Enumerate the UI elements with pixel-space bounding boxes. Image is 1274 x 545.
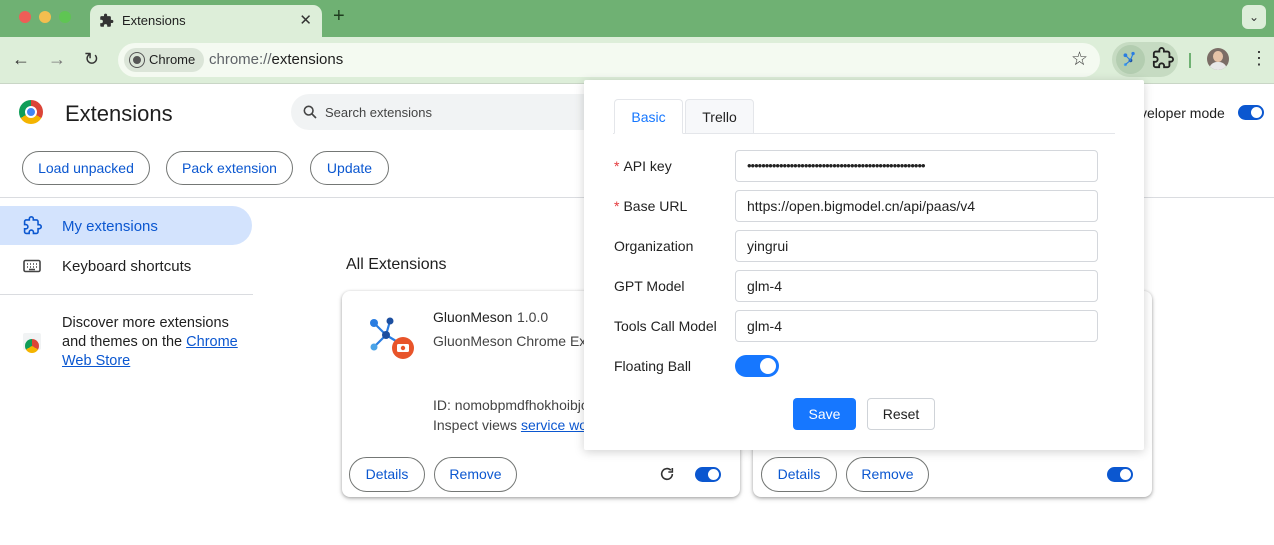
extension-popup: Basic Trello * API key ••••••••••••••••••… xyxy=(584,80,1144,450)
required-mark: * xyxy=(614,198,620,214)
save-button[interactable]: Save xyxy=(793,398,856,430)
profile-avatar[interactable] xyxy=(1207,48,1229,70)
search-placeholder: Search extensions xyxy=(325,105,432,120)
extensions-menu-button[interactable] xyxy=(1152,47,1174,74)
address-bar[interactable]: Chrome chrome://extensions ☆ xyxy=(118,43,1100,77)
gpt-model-input[interactable]: glm-4 xyxy=(735,270,1098,302)
section-title: All Extensions xyxy=(346,256,447,273)
tab-basic[interactable]: Basic xyxy=(614,99,683,134)
developer-mode-toggle[interactable] xyxy=(1238,105,1264,120)
extension-version: 1.0.0 xyxy=(517,309,549,325)
tab-trello[interactable]: Trello xyxy=(685,99,754,134)
url-text[interactable]: chrome://extensions xyxy=(209,51,343,68)
tab-divider xyxy=(613,133,1115,134)
extension-name: GluonMeson xyxy=(433,309,513,325)
sidebar-divider xyxy=(0,294,253,295)
extension-enable-toggle[interactable] xyxy=(1107,467,1133,482)
search-input[interactable]: Search extensions xyxy=(291,94,601,130)
puzzle-icon xyxy=(1152,47,1174,69)
minimize-window-button[interactable] xyxy=(39,11,51,23)
api-key-input[interactable]: ••••••••••••••••••••••••••••••••••••••••… xyxy=(735,150,1098,182)
load-unpacked-button[interactable]: Load unpacked xyxy=(22,151,150,185)
tab-extensions[interactable]: Extensions ✕ xyxy=(90,5,322,37)
forward-button[interactable]: → xyxy=(48,49,66,70)
base-url-input[interactable]: https://open.bigmodel.cn/api/paas/v4 xyxy=(735,190,1098,222)
developer-mode-label: veloper mode xyxy=(1140,105,1225,121)
gluonmeson-icon xyxy=(370,317,414,359)
tab-title: Extensions xyxy=(122,13,186,28)
sidebar-item-label: My extensions xyxy=(62,218,158,235)
gluonmeson-extension-button[interactable] xyxy=(1116,45,1145,74)
base-url-label: * Base URL xyxy=(614,198,687,214)
site-chip-label: Chrome xyxy=(149,52,196,67)
api-key-label: * API key xyxy=(614,158,672,174)
reload-extension-icon[interactable] xyxy=(659,466,675,482)
keyboard-icon xyxy=(23,259,41,273)
remove-button[interactable]: Remove xyxy=(846,457,929,492)
url-scheme: chrome:// xyxy=(209,51,272,68)
field-label: API key xyxy=(623,158,672,174)
floating-ball-toggle[interactable] xyxy=(735,355,779,377)
back-button[interactable]: ← xyxy=(12,49,30,70)
discover-text: Discover more extensions and themes on t… xyxy=(62,314,252,371)
reload-button[interactable]: ↻ xyxy=(84,49,99,70)
floating-ball-label: Floating Ball xyxy=(614,358,692,374)
page-title: Extensions xyxy=(65,101,173,126)
title-bar: Extensions ✕ + ⌄ xyxy=(0,0,1274,37)
extension-description: GluonMeson Chrome Ext xyxy=(433,333,591,349)
gpt-model-label: GPT Model xyxy=(614,278,685,294)
remove-button[interactable]: Remove xyxy=(434,457,517,492)
chrome-icon xyxy=(130,53,144,67)
update-button[interactable]: Update xyxy=(310,151,389,185)
web-store-icon xyxy=(23,333,41,353)
required-mark: * xyxy=(614,158,620,174)
details-button[interactable]: Details xyxy=(349,457,425,492)
toolbar-divider xyxy=(1189,53,1191,68)
gluonmeson-icon xyxy=(1123,51,1135,67)
reset-button[interactable]: Reset xyxy=(867,398,935,430)
tab-search-button[interactable]: ⌄ xyxy=(1242,5,1266,29)
field-label: Base URL xyxy=(623,198,688,214)
tools-call-model-label: Tools Call Model xyxy=(614,318,717,334)
close-window-button[interactable] xyxy=(19,11,31,23)
chrome-logo-icon xyxy=(19,100,43,124)
inspect-views: Inspect views service wo xyxy=(433,417,587,433)
extension-id: ID: nomobpmdfhokhoibjc xyxy=(433,397,588,413)
url-path: extensions xyxy=(271,51,344,68)
site-info-chip[interactable]: Chrome xyxy=(124,48,205,72)
pack-extension-button[interactable]: Pack extension xyxy=(166,151,293,185)
inspect-views-label: Inspect views xyxy=(433,417,521,433)
extension-enable-toggle[interactable] xyxy=(695,467,721,482)
sidebar-item-keyboard-shortcuts[interactable]: Keyboard shortcuts xyxy=(0,252,252,282)
bookmark-star-icon[interactable]: ☆ xyxy=(1071,48,1088,71)
search-icon xyxy=(303,105,317,119)
service-worker-link[interactable]: service wo xyxy=(521,417,587,433)
organization-input[interactable]: yingrui xyxy=(735,230,1098,262)
browser-toolbar: ← → ↻ Chrome chrome://extensions ☆ ⋮ xyxy=(0,37,1274,84)
extensions-area xyxy=(1112,42,1178,77)
new-tab-button[interactable]: + xyxy=(333,5,345,28)
puzzle-icon xyxy=(100,13,114,27)
sidebar-item-label: Keyboard shortcuts xyxy=(62,258,192,275)
tools-call-model-input[interactable]: glm-4 xyxy=(735,310,1098,342)
chrome-menu-button[interactable]: ⋮ xyxy=(1250,48,1268,69)
tab-close-icon[interactable]: ✕ xyxy=(299,11,312,29)
sidebar-item-my-extensions[interactable]: My extensions xyxy=(0,206,252,245)
details-button[interactable]: Details xyxy=(761,457,837,492)
puzzle-icon xyxy=(23,216,42,235)
maximize-window-button[interactable] xyxy=(59,11,71,23)
organization-label: Organization xyxy=(614,238,694,254)
